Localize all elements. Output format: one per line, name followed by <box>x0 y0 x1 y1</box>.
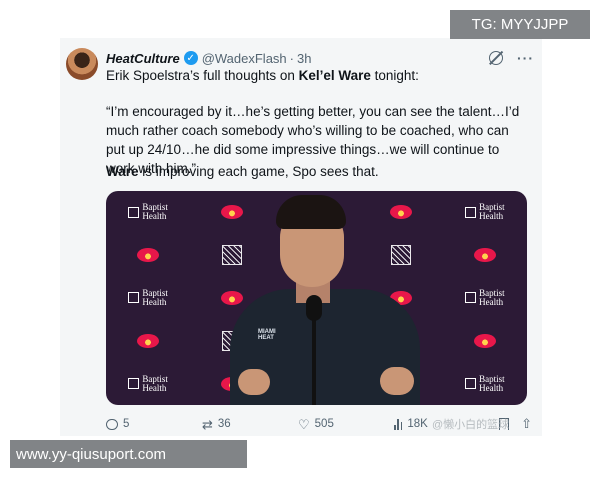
weibo-watermark: @懒小白的篮球 <box>432 419 510 431</box>
player-name-bold: Kel’el Ware <box>298 68 371 83</box>
sponsor-logo-icon <box>465 378 477 390</box>
sponsor-text: BaptistHealth <box>142 288 168 307</box>
heat-logo-icon <box>137 333 160 348</box>
tweet-header: HeatCulture ✓ @WadexFlash · 3h ··· <box>106 48 534 68</box>
backdrop-cell <box>443 234 527 277</box>
sponsor-text-line2: Health <box>142 211 167 222</box>
hair <box>276 195 346 229</box>
tweet-media-image[interactable]: Baptist Health Baptist Health Baptist Health B… <box>106 191 527 405</box>
reply-button[interactable]: 5 <box>106 418 202 430</box>
sponsor-logo-icon <box>128 292 140 304</box>
sponsor-text: BaptistHealth <box>479 203 505 221</box>
tweet-text-intro: Erik Spoelstra’s full thoughts on Kel’el… <box>106 68 526 83</box>
jacket-logo: MIAMI HEAT <box>258 329 276 341</box>
tg-banner: TG: MYYJJPP <box>450 10 590 39</box>
sponsor-logo-icon <box>465 292 477 304</box>
tweet-card[interactable]: HeatCulture ✓ @WadexFlash · 3h ··· Erik … <box>60 38 542 436</box>
intro-suffix: tonight: <box>370 68 419 83</box>
reply-count: 5 <box>123 418 130 430</box>
heat-logo-icon <box>473 248 496 263</box>
sponsor-text-line2: Health <box>142 296 167 307</box>
backdrop-cell <box>106 319 190 362</box>
mic-stand <box>312 319 316 405</box>
like-count: 505 <box>314 418 334 430</box>
backdrop-cell: BaptistHealth <box>443 191 527 234</box>
backdrop-cell <box>443 319 527 362</box>
backdrop-cell: BaptistHealth <box>106 362 190 405</box>
heat-logo-icon <box>473 333 496 348</box>
jacket-text-line2: HEAT <box>258 335 274 341</box>
sponsor-logo: BaptistHealth <box>465 374 505 393</box>
repost-icon: ⇄ <box>202 416 213 432</box>
sponsor-text: BaptistHealth <box>142 203 168 221</box>
tweet-text-closing: Ware is improving each game, Spo sees th… <box>106 164 526 179</box>
backdrop-cell: BaptistHealth <box>106 191 190 234</box>
like-button[interactable]: ♡ 505 <box>298 418 394 431</box>
microphone-icon <box>306 295 322 321</box>
backdrop-cell <box>106 234 190 277</box>
sponsor-logo-icon <box>128 206 140 218</box>
separator-dot: · <box>289 50 294 66</box>
user-handle[interactable]: @WadexFlash <box>202 51 287 66</box>
verified-badge-icon: ✓ <box>183 51 198 65</box>
url-banner: www.yy-qiusuport.com <box>10 440 247 468</box>
closing-bold: Ware <box>106 164 139 179</box>
sponsor-text: BaptistHealth <box>479 288 505 307</box>
sponsor-logo: BaptistHealth <box>465 203 505 221</box>
display-name[interactable]: HeatCulture <box>106 51 180 66</box>
intro-text: Erik Spoelstra’s full thoughts on <box>106 68 299 83</box>
sponsor-text: BaptistHealth <box>479 374 505 393</box>
repost-button[interactable]: ⇄ 36 <box>202 418 298 431</box>
reply-icon <box>106 418 118 430</box>
backdrop-cell: BaptistHealth <box>443 277 527 320</box>
sponsor-logo: BaptistHealth <box>465 288 505 307</box>
sponsor-text-line2: Health <box>479 382 504 393</box>
sponsor-text-line2: Health <box>479 296 504 307</box>
sponsor-logo: BaptistHealth <box>128 374 168 393</box>
sponsor-text-line2: Health <box>142 382 167 393</box>
tweet-time[interactable]: 3h <box>297 51 311 66</box>
grok-icon[interactable] <box>489 51 503 65</box>
header-actions: ··· <box>489 50 534 66</box>
closing-text: is improving each game, Spo sees that. <box>138 164 379 179</box>
repost-count: 36 <box>217 418 231 430</box>
sponsor-logo-icon <box>128 378 140 390</box>
backdrop-cell: BaptistHealth <box>106 277 190 320</box>
sponsor-text: BaptistHealth <box>142 374 168 393</box>
sponsor-logo: BaptistHealth <box>128 288 168 307</box>
sponsor-logo: BaptistHealth <box>128 203 168 221</box>
views-count: 18K <box>407 418 428 430</box>
sponsor-text-line2: Health <box>479 211 504 222</box>
right-hand <box>380 367 414 395</box>
backdrop-cell: BaptistHealth <box>443 362 527 405</box>
heart-icon: ♡ <box>298 416 310 432</box>
more-options-icon[interactable]: ··· <box>517 50 534 66</box>
views-icon <box>394 418 403 430</box>
left-hand <box>238 369 270 395</box>
coach-figure: MIAMI HEAT <box>230 191 420 405</box>
share-icon[interactable]: ⇧ <box>521 416 532 432</box>
heat-logo-icon <box>137 248 160 263</box>
sponsor-logo-icon <box>465 206 477 218</box>
avatar[interactable] <box>66 48 98 80</box>
